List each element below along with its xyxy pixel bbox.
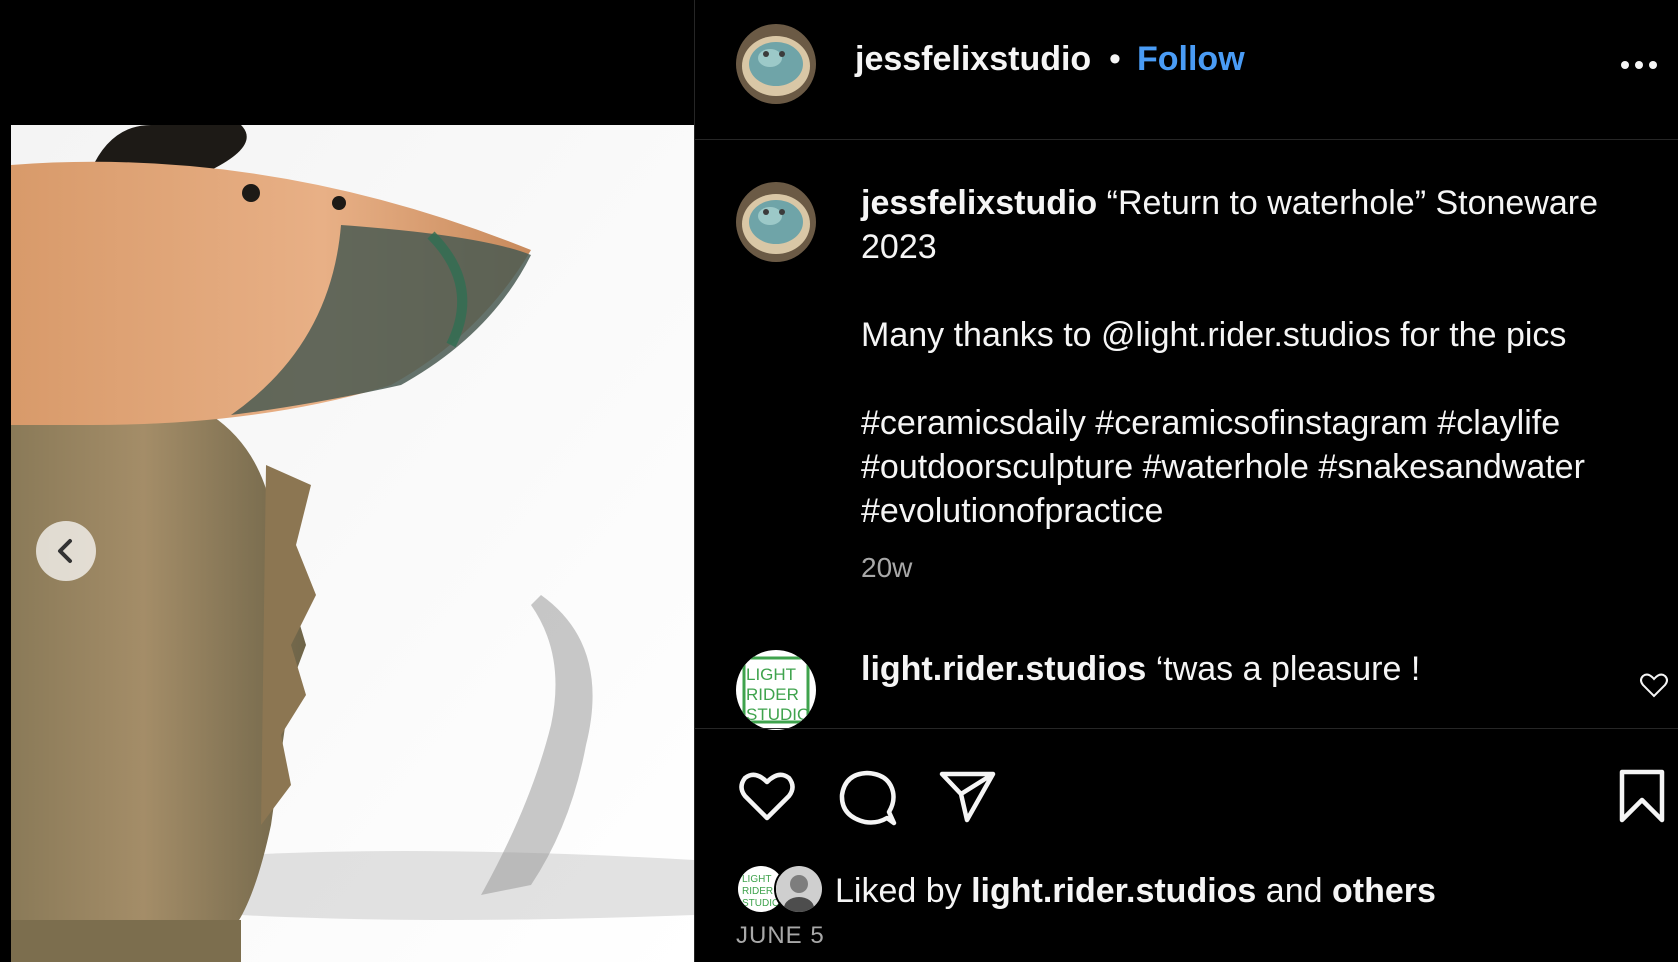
likes-summary: Liked by light.rider.studios and others — [835, 872, 1436, 911]
caption-title-line: jessfelixstudio “Return to waterhole” St… — [861, 181, 1651, 269]
ceramic-bowl-avatar-image — [736, 182, 816, 262]
previous-slide-button[interactable] — [36, 521, 96, 581]
person-avatar-image — [776, 866, 822, 912]
separator-dot: • — [1109, 40, 1121, 78]
heart-icon[interactable] — [737, 768, 797, 824]
follow-button[interactable]: Follow — [1137, 40, 1245, 79]
svg-text:RIDER: RIDER — [742, 886, 773, 897]
likes-others-link[interactable]: others — [1332, 872, 1436, 910]
post-photo — [11, 125, 694, 962]
caption-credit: Many thanks to @light.rider.studios for … — [861, 316, 1567, 354]
divider — [695, 728, 1678, 729]
likes-prefix: Liked by — [835, 872, 962, 910]
post-caption: jessfelixstudio “Return to waterhole” St… — [861, 181, 1651, 533]
comment-text: ‘twas a pleasure ! — [1155, 650, 1421, 688]
post-media — [0, 0, 694, 962]
svg-text:STUDIOS: STUDIOS — [746, 705, 816, 724]
comment: light.rider.studios ‘twas a pleasure ! — [861, 650, 1420, 689]
likes-conjunction: and — [1265, 872, 1323, 910]
chevron-left-icon — [58, 539, 72, 563]
svg-text:LIGHT: LIGHT — [746, 665, 796, 684]
caption-author-avatar[interactable] — [736, 182, 816, 262]
caption-hashtags[interactable]: #ceramicsdaily #ceramicsofinstagram #cla… — [861, 401, 1651, 533]
post-header: jessfelixstudio • Follow — [695, 0, 1678, 140]
liker-avatar — [774, 864, 824, 914]
caption-username[interactable]: jessfelixstudio — [861, 184, 1097, 222]
comment-username[interactable]: light.rider.studios — [861, 650, 1146, 688]
bookmark-icon[interactable] — [1617, 768, 1667, 824]
comment-icon[interactable] — [837, 768, 897, 828]
send-icon[interactable] — [937, 768, 997, 824]
svg-text:LIGHT: LIGHT — [742, 874, 771, 885]
post-details-panel: jessfelixstudio • Follow jessfelixstudio… — [694, 0, 1678, 962]
more-horizontal-icon[interactable] — [1617, 50, 1661, 80]
likers-avatars[interactable]: LIGHT RIDER STUDIOS — [736, 864, 826, 914]
heart-icon[interactable] — [1639, 670, 1669, 700]
post-age: 20w — [861, 552, 913, 583]
commenter-avatar[interactable]: LIGHT RIDER STUDIOS — [736, 650, 816, 730]
author-avatar[interactable] — [736, 24, 816, 104]
post-date: JUNE 5 — [736, 922, 825, 949]
light-rider-studios-logo: LIGHT RIDER STUDIOS — [736, 650, 816, 730]
svg-text:RIDER: RIDER — [746, 685, 799, 704]
liker-username[interactable]: light.rider.studios — [971, 872, 1256, 910]
ceramic-bowl-avatar-image — [736, 24, 816, 104]
author-username[interactable]: jessfelixstudio — [855, 40, 1091, 79]
